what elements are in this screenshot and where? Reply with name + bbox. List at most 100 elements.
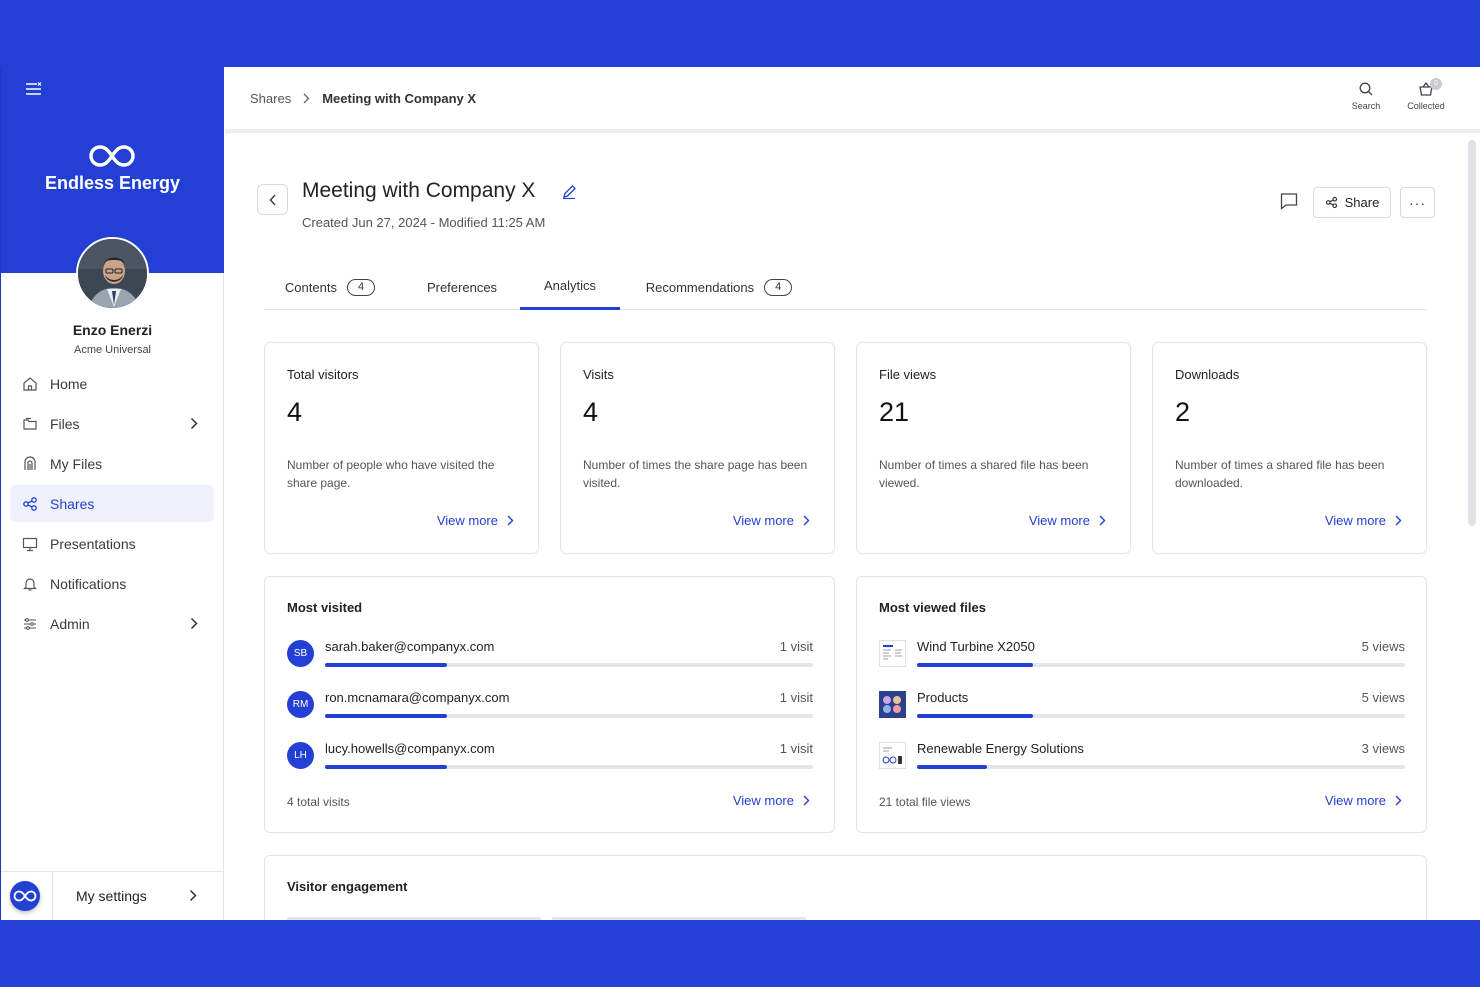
tab-analytics[interactable]: Analytics (520, 264, 620, 310)
stat-value: 4 (583, 397, 599, 427)
progress-fill (325, 663, 447, 667)
scrollbar[interactable] (1468, 140, 1476, 526)
view-more-label: View more (436, 513, 498, 528)
chevron-left-icon (269, 194, 276, 205)
tab-count-badge: 4 (346, 278, 376, 296)
list-item[interactable]: RM ron.mcnamara@companyx.com 1 visit (287, 688, 813, 728)
chevron-right-icon (303, 93, 310, 104)
collapse-menu-icon[interactable] (25, 82, 43, 96)
view-more-label: View more (1324, 513, 1386, 528)
sidebar-item-label: Notifications (50, 575, 127, 592)
breadcrumb-shares[interactable]: Shares (250, 91, 291, 106)
presentation-icon (22, 536, 38, 552)
settings-bar[interactable]: My settings (1, 871, 224, 920)
progress-track (917, 663, 1405, 667)
tab-label: Analytics (543, 278, 597, 293)
files-icon (22, 416, 38, 432)
visit-count: 1 visit (779, 741, 813, 756)
avatar-initials: RM (287, 691, 314, 718)
visitor-email: sarah.baker@companyx.com (325, 639, 495, 654)
app-window: Endless Energy Enzo Enerzi Acme Universa… (0, 67, 1480, 920)
view-more-link[interactable]: View more (733, 793, 810, 808)
more-options-button[interactable]: ··· (1400, 187, 1435, 218)
avatar[interactable] (76, 237, 149, 310)
chevron-right-icon (190, 617, 198, 630)
brand-name: Endless Energy (44, 173, 181, 193)
tab-label: Contents (284, 279, 337, 295)
page-meta: Created Jun 27, 2024 - Modified 11:25 AM (302, 215, 546, 230)
progress-track (325, 714, 813, 718)
engagement-tab-placeholder[interactable] (287, 917, 541, 920)
total-file-views: 21 total file views (879, 795, 971, 809)
tab-preferences[interactable]: Preferences (412, 264, 512, 310)
chevron-right-icon (1099, 515, 1106, 526)
avatar-initials: LH (287, 742, 314, 769)
tab-count-badge: 4 (764, 278, 793, 296)
list-item[interactable]: Wind Turbine X2050 5 views (879, 637, 1405, 677)
list-item[interactable]: Renewable Energy Solutions 3 views (879, 739, 1405, 779)
progress-track (325, 663, 813, 667)
list-item[interactable]: Products 5 views (879, 688, 1405, 728)
more-dots-icon: ··· (1409, 194, 1426, 211)
search-button[interactable]: Search (1341, 81, 1391, 111)
collected-count-badge: 0 (1430, 78, 1442, 90)
file-name: Wind Turbine X2050 (917, 639, 1035, 654)
stat-label: Downloads (1175, 367, 1240, 382)
sidebar-item-shares[interactable]: Shares (10, 485, 214, 522)
list-item[interactable]: SB sarah.baker@companyx.com 1 visit (287, 637, 813, 677)
visitor-email: ron.mcnamara@companyx.com (325, 690, 510, 705)
progress-fill (325, 765, 447, 769)
tab-contents[interactable]: Contents 4 (264, 264, 396, 310)
stat-label: Total visitors (287, 367, 359, 382)
progress-fill (325, 714, 447, 718)
sidebar-item-admin[interactable]: Admin (10, 605, 214, 642)
sidebar-item-label: My Files (50, 455, 103, 472)
view-more-link[interactable]: View more (1029, 513, 1106, 528)
sidebar-item-my-files[interactable]: My Files (10, 445, 214, 482)
home-icon (22, 376, 38, 392)
share-button[interactable]: Share (1313, 187, 1391, 218)
view-more-link[interactable]: View more (437, 513, 514, 528)
view-more-link[interactable]: View more (1325, 793, 1402, 808)
progress-fill (917, 663, 1034, 667)
stat-card-total-visitors: Total visitors 4 Number of people who ha… (264, 342, 539, 554)
file-name: Renewable Energy Solutions (917, 741, 1084, 756)
user-org: Acme Universal (73, 344, 152, 356)
progress-fill (917, 714, 1034, 718)
share-button-label: Share (1344, 195, 1380, 210)
my-settings-label: My settings (76, 888, 147, 904)
top-bar: Shares Meeting with Company X Search 0 C… (225, 67, 1480, 133)
comment-icon[interactable] (1279, 191, 1299, 211)
view-count: 5 views (1361, 639, 1405, 654)
most-viewed-files-card: Most viewed files Wind Turbine X2050 5 v… (856, 576, 1427, 833)
chevron-right-icon (190, 417, 198, 430)
tab-recommendations[interactable]: Recommendations 4 (634, 264, 804, 310)
stat-description: Number of times the share page has been … (583, 458, 808, 490)
sidebar-item-label: Shares (50, 495, 95, 512)
view-more-label: View more (732, 513, 794, 528)
view-more-link[interactable]: View more (1325, 513, 1402, 528)
breadcrumb-current: Meeting with Company X (322, 91, 477, 106)
sidebar-item-files[interactable]: Files (10, 405, 214, 442)
progress-track (325, 765, 813, 769)
engagement-tab-placeholder[interactable] (552, 917, 806, 920)
pencil-icon[interactable] (561, 184, 577, 200)
stat-card-visits: Visits 4 Number of times the share page … (560, 342, 835, 554)
visitor-email: lucy.howells@companyx.com (325, 741, 495, 756)
sidebar-item-presentations[interactable]: Presentations (10, 525, 214, 562)
stat-value: 4 (287, 397, 303, 427)
list-item[interactable]: LH lucy.howells@companyx.com 1 visit (287, 739, 813, 779)
view-more-link[interactable]: View more (733, 513, 810, 528)
back-button[interactable] (257, 184, 288, 215)
tab-label: Recommendations (645, 279, 755, 295)
visitor-engagement-card: Visitor engagement (264, 855, 1427, 920)
tab-bar: Contents 4 Preferences Analytics Recomme… (264, 264, 1427, 310)
collected-button[interactable]: 0 Collected (1401, 78, 1451, 111)
stat-description: Number of times a shared file has been d… (1175, 458, 1385, 490)
sidebar-item-notifications[interactable]: Notifications (10, 565, 214, 602)
bell-icon (22, 576, 38, 592)
sidebar-item-home[interactable]: Home (10, 365, 214, 402)
sidebar-item-label: Files (50, 415, 80, 432)
view-more-label: View more (1028, 513, 1090, 528)
sidebar-item-label: Admin (50, 615, 90, 632)
